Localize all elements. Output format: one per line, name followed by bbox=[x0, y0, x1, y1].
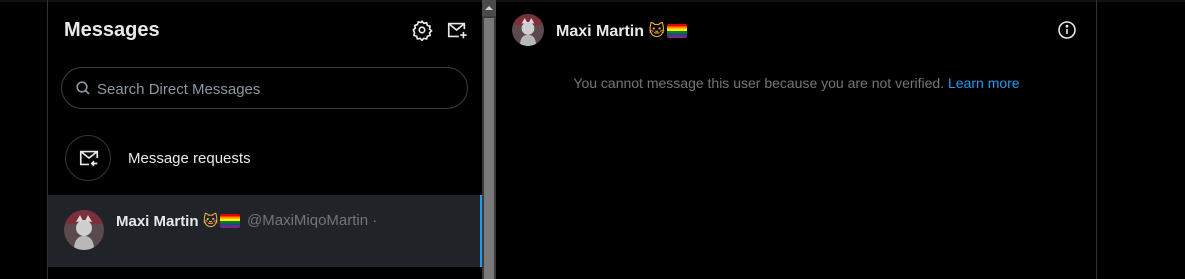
avatar bbox=[64, 210, 104, 250]
message-requests-icon-circle bbox=[65, 135, 111, 181]
messages-header: Messages bbox=[64, 16, 469, 44]
handle-text: @MaxiMiqoMartin bbox=[247, 212, 369, 229]
compose-message-icon[interactable] bbox=[446, 19, 468, 41]
gear-icon[interactable] bbox=[411, 19, 433, 42]
info-icon[interactable] bbox=[1057, 20, 1077, 40]
handle-separator: · bbox=[372, 212, 378, 229]
rainbow-flag-icon bbox=[667, 24, 688, 38]
header-name-text: Maxi Martin bbox=[556, 23, 645, 40]
search-icon bbox=[76, 81, 90, 95]
conversation-pane: Maxi Martin 🐱 You cannot message this us… bbox=[496, 0, 1097, 279]
scroll-thumb[interactable] bbox=[484, 18, 494, 279]
conversation-item[interactable]: Maxi Martin 🐱 @MaxiMiqoMartin · bbox=[48, 195, 482, 267]
cat-emoji-icon: 🐱 bbox=[648, 21, 666, 40]
message-requests-item[interactable]: Message requests bbox=[48, 126, 482, 192]
rainbow-flag-icon bbox=[220, 214, 241, 228]
scroll-up-button[interactable] bbox=[482, 0, 496, 16]
not-verified-notice: You cannot message this user because you… bbox=[496, 75, 1097, 91]
conversation-handle: @MaxiMiqoMartin · bbox=[247, 212, 377, 229]
conversation-name-text: Maxi Martin bbox=[116, 213, 199, 230]
search-input[interactable] bbox=[95, 76, 449, 102]
conversation-header-name[interactable]: Maxi Martin 🐱 bbox=[556, 21, 688, 41]
message-requests-label: Message requests bbox=[128, 150, 251, 167]
search-box[interactable] bbox=[61, 67, 468, 109]
message-requests-icon bbox=[79, 150, 99, 167]
learn-more-link[interactable]: Learn more bbox=[948, 75, 1020, 91]
conversation-name: Maxi Martin 🐱 bbox=[116, 212, 241, 230]
scrollbar[interactable] bbox=[482, 0, 496, 279]
messages-list-pane: Messages Search Direct Messages Message … bbox=[47, 0, 482, 279]
conversation-header-avatar[interactable] bbox=[512, 14, 544, 46]
page-title: Messages bbox=[64, 19, 160, 41]
notice-text: You cannot message this user because you… bbox=[573, 75, 945, 91]
cat-emoji-icon: 🐱 bbox=[202, 212, 219, 230]
